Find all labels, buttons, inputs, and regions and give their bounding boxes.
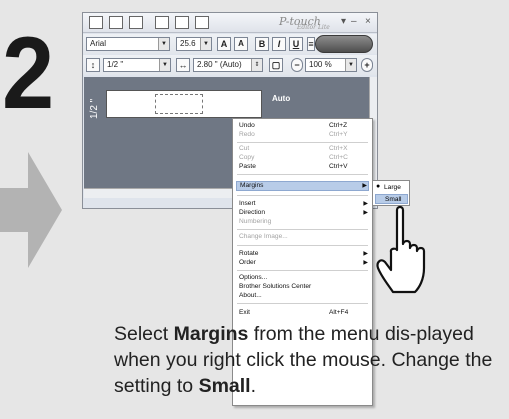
small-emphasis: Small [198, 375, 251, 397]
menu-separator [237, 245, 368, 246]
fit-icon[interactable]: ▢ [269, 58, 283, 72]
shrink-font-button[interactable]: A [234, 37, 248, 51]
menu-item-rotate[interactable]: Rotate ▶ [236, 250, 369, 259]
right-arrow-icon [0, 152, 62, 268]
chevron-down-icon: ▼ [345, 59, 356, 71]
menu-item-about[interactable]: About... [236, 292, 369, 301]
spinner-icon[interactable]: ⇕ [251, 59, 262, 71]
margins-emphasis: Margins [173, 323, 249, 345]
menu-item-copy[interactable]: Copy Ctrl+C [236, 154, 369, 163]
menu-item-numbering[interactable]: Numbering [236, 218, 369, 227]
print-button[interactable] [315, 35, 373, 53]
chevron-down-icon: ▼ [158, 38, 169, 50]
font-size-select[interactable]: 25.6 ▼ [176, 37, 212, 51]
pointing-hand-icon [376, 205, 426, 294]
horizontal-scrollbar[interactable] [84, 188, 236, 198]
underline-button[interactable]: U [289, 37, 303, 51]
submenu-arrow-icon: ▶ [363, 251, 368, 257]
menu-item-options[interactable]: Options... [236, 274, 369, 283]
chevron-down-icon: ▼ [159, 59, 170, 71]
submenu-arrow-icon: ▶ [363, 260, 368, 266]
menu-item-redo[interactable]: Redo Ctrl+Y [236, 131, 369, 140]
submenu-arrow-icon: ▶ [363, 210, 368, 216]
title-bar: P-touch Editor Lite ▾ – × [83, 13, 377, 33]
align-button[interactable]: ≡ [307, 37, 315, 51]
menu-arrow-icon[interactable]: ▾ [341, 16, 346, 27]
frame-icon[interactable] [195, 16, 209, 29]
font-name-select[interactable]: Arial ▼ [86, 37, 170, 51]
save-icon[interactable] [129, 16, 143, 29]
menu-item-brother-solutions-center[interactable]: Brother Solutions Center [236, 283, 369, 292]
menu-separator [237, 303, 368, 304]
menu-separator [237, 270, 368, 271]
menu-separator [237, 195, 368, 196]
text-object[interactable] [155, 94, 203, 114]
auto-length-label: Auto [272, 94, 291, 103]
step-number: 2 [2, 16, 54, 130]
submenu-item-large[interactable]: ● Large [375, 183, 408, 193]
new-file-icon[interactable] [89, 16, 103, 29]
app-logo-subtext: Editor Lite [297, 24, 330, 31]
submenu-arrow-icon: ▶ [363, 201, 368, 207]
menu-item-change-image[interactable]: Change Image... [236, 233, 369, 242]
menu-item-margins[interactable]: Margins ▶ [236, 181, 369, 191]
label-preview[interactable] [106, 90, 262, 118]
margins-submenu: ● Large Small [372, 180, 410, 206]
menu-item-order[interactable]: Order ▶ [236, 259, 369, 268]
menu-item-insert[interactable]: Insert ▶ [236, 200, 369, 209]
menu-item-undo[interactable]: Undo Ctrl+Z [236, 122, 369, 131]
tape-width-select[interactable]: 1/2 " ▼ [103, 58, 171, 72]
label-length-field[interactable]: 2.80 " (Auto) ⇕ [193, 58, 263, 72]
chevron-down-icon: ▼ [200, 38, 211, 50]
menu-separator [237, 174, 368, 175]
zoom-out-icon[interactable]: − [291, 58, 303, 72]
minimize-button[interactable]: – [351, 16, 357, 27]
zoom-select[interactable]: 100 % ▼ [305, 58, 357, 72]
bold-button[interactable]: B [255, 37, 269, 51]
radio-check-icon: ● [376, 183, 381, 190]
grow-font-button[interactable]: A [217, 37, 231, 51]
submenu-arrow-icon: ▶ [362, 183, 367, 189]
tape-size-label: 1/2 " [89, 98, 100, 119]
image-icon[interactable] [175, 16, 189, 29]
menu-separator [237, 142, 368, 143]
tape-width-icon: ↕ [86, 58, 100, 72]
instruction-text: Select Margins from the menu dis-played … [114, 323, 493, 397]
open-file-icon[interactable] [109, 16, 123, 29]
text-icon[interactable] [155, 16, 169, 29]
menu-item-cut[interactable]: Cut Ctrl+X [236, 145, 369, 154]
italic-button[interactable]: I [272, 37, 286, 51]
label-length-icon: ↔ [176, 58, 190, 72]
submenu-item-small[interactable]: Small [375, 194, 408, 204]
layout-toolbar: ↕ 1/2 " ▼ ↔ 2.80 " (Auto) ⇕ ▢ − 100 % ▼ + [83, 55, 377, 75]
menu-item-exit[interactable]: Exit Alt+F4 [236, 309, 369, 318]
menu-item-direction[interactable]: Direction ▶ [236, 209, 369, 218]
menu-separator [237, 229, 368, 230]
zoom-in-icon[interactable]: + [361, 58, 373, 72]
close-button[interactable]: × [365, 16, 371, 27]
menu-item-paste[interactable]: Paste Ctrl+V [236, 163, 369, 172]
